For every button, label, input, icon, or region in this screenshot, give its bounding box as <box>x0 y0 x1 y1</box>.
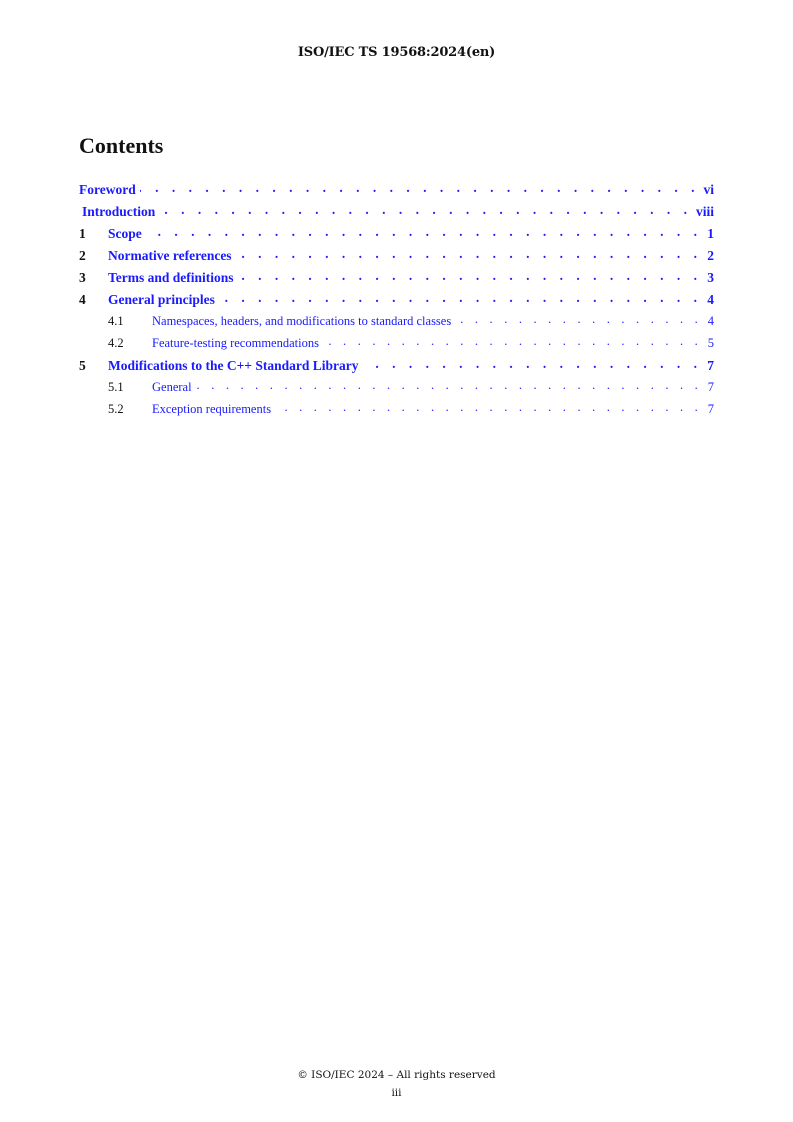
toc-entry-page[interactable]: 4 <box>702 292 714 308</box>
toc-entry-number: 4.2 <box>108 335 124 350</box>
toc-entry-general[interactable]: 5.1 General 7 <box>79 378 714 400</box>
toc-entry-page[interactable]: 7 <box>702 358 714 374</box>
toc-entry-title[interactable]: Modifications to the C++ Standard Librar… <box>108 358 363 374</box>
toc-entry-number: 4.1 <box>108 313 124 328</box>
toc-entry-page[interactable]: 7 <box>702 402 714 417</box>
toc-entry-number: 3 <box>79 269 86 285</box>
toc-leader-dots <box>238 268 702 282</box>
toc-entry-foreword[interactable]: Foreword vi <box>79 180 714 202</box>
toc-entry-scope[interactable]: 1 Scope 1 <box>79 224 714 246</box>
toc-entry-exception-requirements[interactable]: 5.2 Exception requirements 7 <box>79 400 714 422</box>
toc-link[interactable]: Modifications to the C++ Standard Librar… <box>108 358 359 373</box>
toc-entry-normative-references[interactable]: 2 Normative references 2 <box>79 246 714 268</box>
toc-entry-page[interactable]: viii <box>692 204 714 220</box>
toc-entry-number: 5.2 <box>108 401 124 416</box>
table-of-contents: Foreword vi Introduction viii 1 Scope 1 … <box>79 180 714 422</box>
toc-leader-dots <box>140 180 700 194</box>
toc-link[interactable]: Terms and definitions <box>108 270 234 285</box>
toc-leader-dots <box>159 202 692 216</box>
toc-entry-title[interactable]: Foreword <box>79 182 140 198</box>
toc-link[interactable]: Foreword <box>79 182 136 197</box>
toc-link[interactable]: General <box>152 380 192 394</box>
toc-entry-page[interactable]: 5 <box>702 336 714 351</box>
toc-leader-dots <box>219 290 702 304</box>
toc-entry-title[interactable]: General principles <box>108 292 219 308</box>
page-number: iii <box>391 1087 402 1099</box>
toc-entry-title[interactable]: Exception requirements <box>152 402 275 417</box>
toc-leader-dots <box>236 246 702 260</box>
toc-leader-dots <box>196 378 702 391</box>
toc-entry-number: 1 <box>79 225 86 241</box>
toc-entry-title[interactable]: General <box>152 380 196 395</box>
toc-entry-namespaces-headers[interactable]: 4.1 Namespaces, headers, and modificatio… <box>79 312 714 334</box>
toc-entry-page[interactable]: 1 <box>702 226 714 242</box>
toc-leader-dots <box>323 334 702 347</box>
toc-entry-number: 2 <box>79 247 86 263</box>
toc-entry-feature-testing[interactable]: 4.2 Feature-testing recommendations 5 <box>79 334 714 356</box>
toc-entry-page[interactable]: 4 <box>702 314 714 329</box>
document-header: ISO/IEC TS 19568:2024(en) <box>297 45 496 60</box>
toc-entry-page[interactable]: 7 <box>702 380 714 395</box>
toc-entry-title[interactable]: Scope <box>108 226 146 242</box>
toc-leader-dots <box>455 312 702 325</box>
toc-entry-title[interactable]: Namespaces, headers, and modifications t… <box>152 314 455 329</box>
toc-entry-general-principles[interactable]: 4 General principles 4 <box>79 290 714 312</box>
toc-entry-title[interactable]: Feature-testing recommendations <box>152 336 323 351</box>
toc-link[interactable]: Scope <box>108 226 142 241</box>
toc-link[interactable]: General principles <box>108 292 215 307</box>
toc-entry-title[interactable]: Normative references <box>108 248 236 264</box>
toc-entry-number: 5 <box>79 357 86 373</box>
toc-entry-number: 5.1 <box>108 379 124 394</box>
toc-leader-dots <box>275 400 702 413</box>
toc-link[interactable]: Exception requirements <box>152 402 271 416</box>
toc-entry-page[interactable]: 2 <box>702 248 714 264</box>
page-footer: © ISO/IEC 2024 – All rights reserved iii <box>0 1066 793 1102</box>
toc-link[interactable]: Namespaces, headers, and modifications t… <box>152 314 451 328</box>
toc-link[interactable]: Feature-testing recommendations <box>152 336 319 350</box>
contents-heading: Contents <box>79 133 164 158</box>
toc-leader-dots <box>146 224 702 238</box>
copyright-notice: © ISO/IEC 2024 – All rights reserved <box>297 1069 496 1081</box>
toc-entry-title[interactable]: Terms and definitions <box>108 270 238 286</box>
toc-entry-page[interactable]: 3 <box>702 270 714 286</box>
toc-entry-page[interactable]: vi <box>699 182 714 198</box>
toc-entry-title[interactable]: Introduction <box>82 204 159 220</box>
toc-link[interactable]: Normative references <box>108 248 232 263</box>
toc-link[interactable]: Introduction <box>82 204 155 219</box>
toc-entry-introduction[interactable]: Introduction viii <box>79 202 714 224</box>
toc-entry-modifications[interactable]: 5 Modifications to the C++ Standard Libr… <box>79 356 714 378</box>
toc-entry-terms-and-definitions[interactable]: 3 Terms and definitions 3 <box>79 268 714 290</box>
toc-entry-number: 4 <box>79 291 86 307</box>
toc-leader-dots <box>363 356 702 370</box>
